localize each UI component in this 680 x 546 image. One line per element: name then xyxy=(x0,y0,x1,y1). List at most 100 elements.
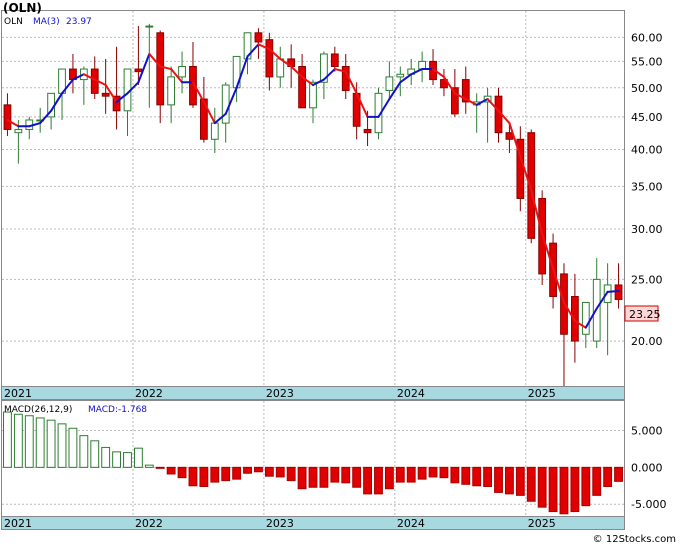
macd-y-tick-label: -5.000 xyxy=(631,498,666,511)
price-y-tick-label: 40.00 xyxy=(631,143,663,156)
price-y-tick-label: 45.00 xyxy=(631,111,663,124)
macd-bar xyxy=(90,440,100,468)
price-legend-ma-value: 23.97 xyxy=(66,17,92,27)
x-axis-year-label: 2024 xyxy=(397,517,425,530)
candle-body xyxy=(156,32,165,106)
x-axis-year-label: 2021 xyxy=(4,517,32,530)
macd-bar xyxy=(210,466,220,483)
macd-bar xyxy=(297,466,307,490)
candle-body xyxy=(309,81,317,109)
candle-body xyxy=(221,84,230,124)
macd-bar xyxy=(603,466,613,488)
macd-bar xyxy=(406,466,416,483)
macd-bar xyxy=(275,466,285,478)
price-y-tick-label: 35.00 xyxy=(631,180,663,193)
macd-bar xyxy=(188,466,198,487)
macd-bar xyxy=(537,466,547,508)
candle-body xyxy=(3,104,12,130)
macd-bar xyxy=(504,466,514,495)
macd-bar xyxy=(101,446,111,468)
macd-bar xyxy=(614,466,623,482)
x-axis-year-label: 2024 xyxy=(397,387,425,400)
macd-bar xyxy=(57,423,67,468)
macd-bar xyxy=(384,466,394,490)
macd-bar xyxy=(264,466,274,477)
macd-bar xyxy=(439,466,449,479)
candle-body xyxy=(298,65,306,109)
macd-bar xyxy=(13,413,23,468)
macd-bar xyxy=(395,466,405,483)
candle-body xyxy=(167,76,176,106)
macd-y-tick-label: 5.000 xyxy=(631,424,663,437)
macd-bar xyxy=(243,466,252,474)
candle-body xyxy=(265,39,274,78)
macd-bar xyxy=(548,466,558,513)
macd-legend-label: MACD(26,12,9) xyxy=(4,405,72,415)
macd-bar xyxy=(166,466,176,475)
macd-bar xyxy=(483,466,493,488)
candle-body xyxy=(254,32,263,43)
candle-body xyxy=(145,25,154,28)
x-axis-year-label: 2025 xyxy=(528,387,556,400)
macd-bar xyxy=(330,466,340,483)
x-axis-year-label: 2022 xyxy=(135,387,163,400)
macd-bar xyxy=(319,466,329,488)
candle-body xyxy=(385,76,394,92)
macd-bar xyxy=(199,466,209,488)
macd-legend-value: MACD:-1.768 xyxy=(88,405,147,415)
macd-bar xyxy=(177,466,187,479)
macd-bar xyxy=(112,451,122,468)
macd-bar xyxy=(308,466,318,488)
price-y-tick-label: 30.00 xyxy=(631,223,663,236)
price-y-tick-label: 60.00 xyxy=(631,31,663,44)
price-y-tick-label: 25.00 xyxy=(631,273,663,286)
macd-bar xyxy=(144,464,154,468)
macd-bar xyxy=(472,466,482,487)
macd-bar xyxy=(221,466,231,482)
candle-body xyxy=(396,73,405,78)
macd-bar xyxy=(592,466,602,496)
macd-bar xyxy=(341,466,351,484)
macd-bar xyxy=(559,466,569,515)
x-axis-year-label: 2025 xyxy=(528,517,556,530)
candle-body xyxy=(418,60,427,70)
macd-y-axis: 5.000 0.000 -5.000 xyxy=(631,424,666,511)
candle-body xyxy=(210,122,219,140)
macd-bar xyxy=(570,466,580,513)
x-axis-year-label: 2023 xyxy=(266,517,294,530)
stock-chart: 60.00 55.00 50.00 45.00 40.00 35.00 30.00 25.00… xyxy=(1,1,676,545)
macd-bar xyxy=(352,466,362,488)
x-axis-year-label: 2021 xyxy=(4,387,32,400)
macd-bar xyxy=(461,466,471,485)
macd-bar xyxy=(450,466,460,484)
candle-body xyxy=(614,284,623,300)
macd-bar xyxy=(526,466,536,502)
macd-bar xyxy=(581,466,591,507)
candle-body xyxy=(134,68,143,73)
macd-bar xyxy=(123,452,132,468)
macd-bar xyxy=(24,415,34,468)
macd-bar xyxy=(3,411,12,468)
candle-body xyxy=(178,65,186,78)
macd-bar xyxy=(494,466,503,493)
macd-bar xyxy=(79,435,89,468)
macd-bar xyxy=(286,466,296,482)
macd-bar xyxy=(68,427,78,468)
macd-y-tick-label: 0.000 xyxy=(631,461,663,474)
candle-body xyxy=(14,128,23,134)
macd-bar xyxy=(374,466,383,495)
price-y-tick-label: 55.00 xyxy=(631,55,663,68)
macd-bar xyxy=(417,466,427,480)
macd-bar xyxy=(46,419,56,468)
macd-bar xyxy=(254,466,263,473)
ma-segment xyxy=(606,290,620,293)
macd-bar xyxy=(363,466,372,495)
x-axis-year-label: 2023 xyxy=(266,387,294,400)
price-y-tick-label: 50.00 xyxy=(631,82,663,95)
candle-body xyxy=(363,128,372,134)
x-axis-year-label: 2022 xyxy=(135,517,163,530)
candle-body xyxy=(505,132,514,140)
chart-title: (OLN) xyxy=(3,1,42,15)
price-legend-ma-label: MA(3) xyxy=(33,17,60,27)
price-y-axis: 60.00 55.00 50.00 45.00 40.00 35.00 30.00 25.00… xyxy=(631,31,663,348)
